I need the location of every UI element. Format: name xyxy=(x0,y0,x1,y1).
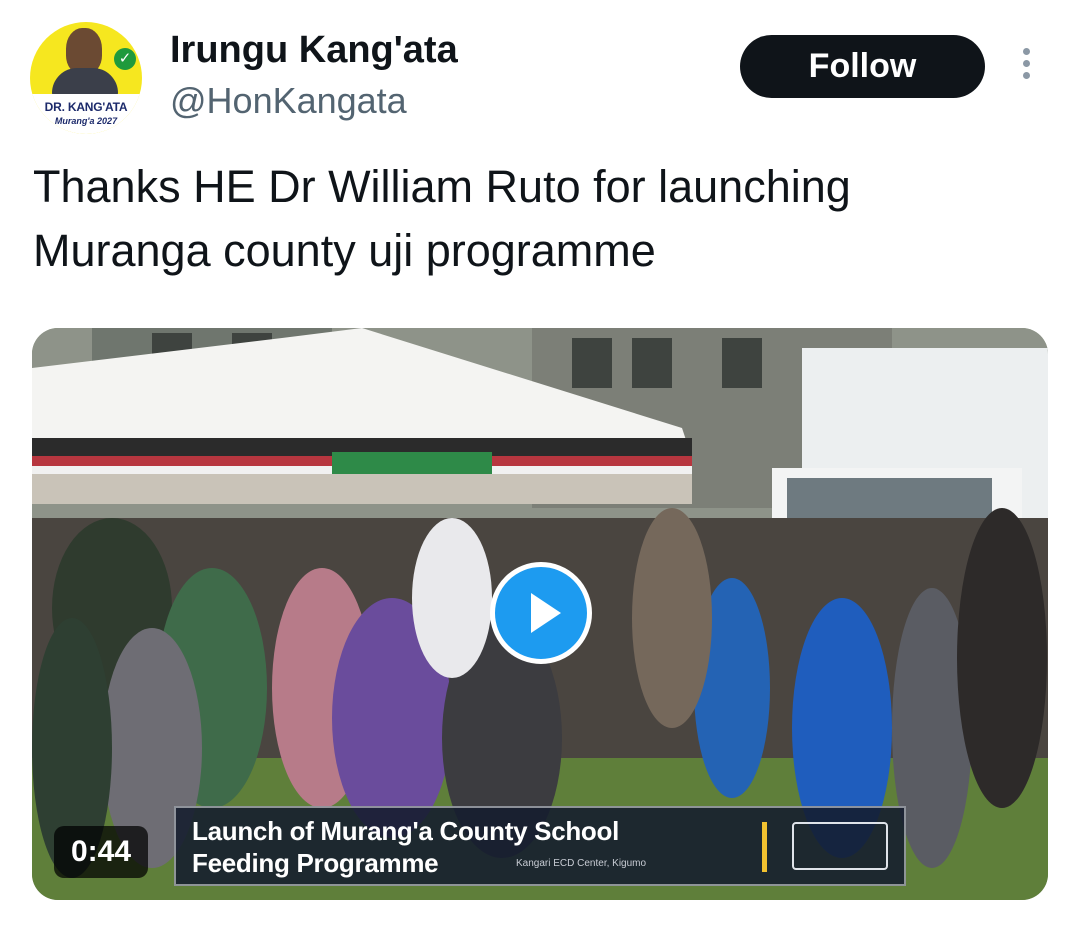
video-player[interactable]: Launch of Murang'a County School Feeding… xyxy=(32,328,1048,900)
follow-button[interactable]: Follow xyxy=(740,35,985,98)
tweet-text: Thanks HE Dr William Ruto for launching … xyxy=(33,155,1033,283)
banner-title-line-1: Launch of Murang'a County School xyxy=(192,816,620,846)
video-duration-badge: 0:44 xyxy=(54,826,148,878)
author-display-name[interactable]: Irungu Kang'ata xyxy=(170,28,458,72)
check-icon: ✓ xyxy=(114,48,136,70)
play-button[interactable] xyxy=(490,562,592,664)
avatar-logo-sub: Murang'a 2027 xyxy=(54,116,118,126)
author-avatar[interactable]: ✓ DR. KANG'ATA Murang'a 2027 xyxy=(30,22,142,134)
tweet-text-line-1: Thanks HE Dr William Ruto for launching xyxy=(33,161,851,212)
tweet-text-line-2: Muranga county uji programme xyxy=(33,225,656,276)
banner-title-line-2: Feeding Programme xyxy=(192,848,439,878)
video-caption-banner: Launch of Murang'a County School Feeding… xyxy=(174,806,906,886)
author-handle[interactable]: @HonKangata xyxy=(170,80,407,122)
play-icon xyxy=(531,593,561,633)
avatar-logo-name: DR. KANG'ATA xyxy=(44,100,128,114)
more-vertical-icon[interactable] xyxy=(1019,48,1033,86)
state-house-seal-icon xyxy=(792,822,888,870)
banner-divider xyxy=(762,822,767,872)
banner-location: Kangari ECD Center, Kigumo xyxy=(516,858,647,869)
